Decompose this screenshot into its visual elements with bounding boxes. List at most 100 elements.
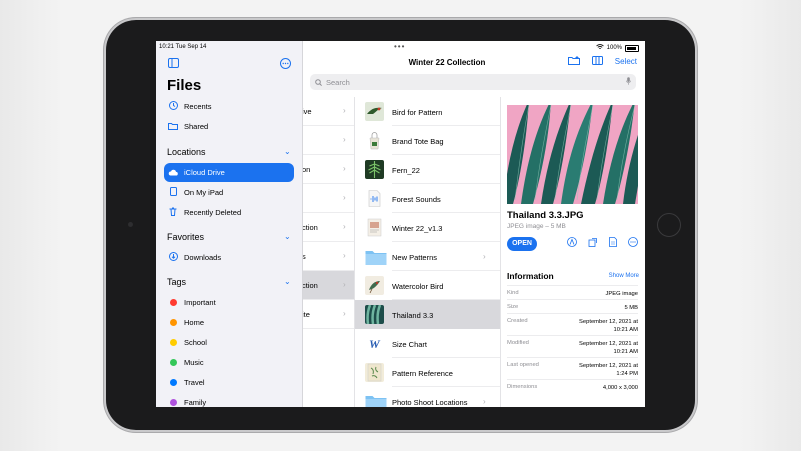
markup-icon[interactable] — [567, 237, 577, 249]
file-name: Fern_22 — [392, 166, 420, 175]
sidebar-title: Files — [167, 77, 202, 94]
info-value: September 12, 2021 at 10:21 AM — [579, 318, 638, 334]
more-options-icon[interactable] — [280, 58, 291, 72]
list-item-label: ction — [302, 281, 318, 290]
file-row-brand-tote-bag[interactable]: Brand Tote Bag — [355, 126, 500, 155]
sidebar-tag-family[interactable]: Family — [156, 393, 302, 407]
sidebar-item-downloads[interactable]: Downloads — [156, 248, 302, 267]
info-value-line2: 1:24 PM — [616, 371, 638, 377]
chevron-right-icon: › — [343, 309, 346, 318]
tag-dot-icon — [168, 398, 178, 408]
list-item[interactable]: on › — [302, 155, 354, 184]
battery-icon — [625, 44, 639, 52]
battery-percent: 100% — [606, 45, 622, 51]
status-time: 10:21 Tue Sep 14 — [159, 44, 207, 50]
sidebar-item-on-my-ipad[interactable]: On My iPad — [156, 183, 302, 202]
info-row-created: Created September 12, 2021 at 10:21 AM — [507, 313, 638, 336]
sidebar-tag-travel[interactable]: Travel — [156, 373, 302, 392]
info-row-size: Size 5 MB — [507, 299, 638, 314]
list-item-label: ction — [302, 223, 318, 232]
sidebar-item-label: On My iPad — [184, 188, 224, 197]
file-row-bird-for-pattern[interactable]: Bird for Pattern — [355, 97, 500, 126]
sidebar-item-label: Shared — [184, 122, 209, 131]
file-row-new-patterns[interactable]: New Patterns › — [355, 242, 500, 271]
sidebar-tag-music[interactable]: Music — [156, 353, 302, 372]
file-row-watercolor-bird[interactable]: Watercolor Bird — [355, 271, 500, 300]
file-row-fern-22[interactable]: Fern_22 — [355, 155, 500, 184]
share-icon[interactable] — [588, 237, 598, 249]
file-list-column: Bird for Pattern Brand Tote Bag Fern_22 … — [355, 97, 501, 407]
file-name: Size Chart — [392, 340, 428, 349]
sidebar: 10:21 Tue Sep 14 Files Recents Shared Lo… — [156, 41, 303, 407]
sidebar-item-label: Travel — [184, 378, 205, 387]
list-item[interactable]: ive › — [302, 97, 354, 126]
file-row-winter-22-v1-3[interactable]: Winter 22_v1.3 — [355, 213, 500, 242]
parent-folder-column: ive › › on › › ction › s › ction › ite › — [302, 97, 355, 407]
sidebar-tag-school[interactable]: School — [156, 333, 302, 352]
info-row-dimensions: Dimensions 4,000 x 3,000 — [507, 379, 638, 394]
list-item[interactable]: › — [302, 126, 354, 155]
microphone-icon[interactable] — [626, 77, 631, 87]
tag-dot-icon — [168, 338, 178, 348]
multitasking-dots[interactable]: ••• — [394, 42, 405, 51]
new-folder-icon[interactable] — [567, 56, 580, 67]
search-input[interactable]: Search — [310, 74, 636, 90]
chevron-down-icon[interactable]: ⌄ — [284, 232, 291, 241]
more-actions-icon[interactable] — [628, 237, 638, 249]
file-row-photo-shoot-locations[interactable]: Photo Shoot Locations › — [355, 387, 500, 407]
file-name: Winter 22_v1.3 — [392, 224, 443, 233]
cloud-icon — [168, 168, 178, 178]
sidebar-tag-home[interactable]: Home — [156, 313, 302, 332]
favorites-header[interactable]: Favorites — [167, 232, 204, 242]
tags-header[interactable]: Tags — [167, 277, 186, 287]
chevron-down-icon[interactable]: ⌄ — [284, 277, 291, 286]
file-row-forest-sounds[interactable]: Forest Sounds — [355, 184, 500, 213]
sidebar-item-label: Home — [184, 318, 205, 327]
sidebar-item-recents[interactable]: Recents — [156, 97, 302, 116]
file-name: Watercolor Bird — [392, 282, 444, 291]
home-button[interactable] — [657, 213, 681, 237]
sidebar-item-label: iCloud Drive — [184, 168, 225, 177]
info-key: Kind — [507, 290, 519, 296]
file-row-thailand-3-3[interactable]: Thailand 3.3 — [355, 300, 500, 329]
list-item[interactable]: ction › — [302, 213, 354, 242]
chevron-down-icon[interactable]: ⌄ — [284, 147, 291, 156]
leaves-thumbnail-icon — [365, 304, 384, 325]
info-value-line1: September 12, 2021 at — [579, 341, 638, 347]
list-item-label: ive — [302, 107, 312, 116]
info-value: 5 MB — [624, 305, 638, 311]
list-item[interactable]: › — [302, 184, 354, 213]
folder-title: Winter 22 Collection — [408, 58, 486, 67]
sidebar-item-label: School — [184, 338, 207, 347]
show-more-link[interactable]: Show More — [609, 273, 639, 279]
sidebar-item-icloud-drive[interactable]: iCloud Drive — [164, 163, 294, 182]
document-icon[interactable] — [609, 237, 617, 249]
sidebar-toggle-icon[interactable] — [168, 58, 179, 71]
tag-dot-icon — [168, 318, 178, 328]
list-item[interactable]: s › — [302, 242, 354, 271]
info-row-last-opened: Last opened September 12, 2021 at 1:24 PM — [507, 357, 638, 380]
detail-pane: Thailand 3.3.JPG JPEG image – 5 MB OPEN … — [501, 97, 645, 407]
list-item-selected[interactable]: ction › — [302, 271, 354, 300]
locations-header[interactable]: Locations — [167, 147, 206, 157]
image-preview[interactable] — [507, 105, 638, 204]
info-key: Last opened — [507, 362, 539, 368]
file-name: Forest Sounds — [392, 195, 441, 204]
chevron-right-icon: › — [343, 222, 346, 231]
select-button[interactable]: Select — [615, 57, 637, 66]
information-header: Information — [507, 271, 554, 281]
file-name: Photo Shoot Locations — [392, 398, 468, 407]
list-item[interactable]: ite › — [302, 300, 354, 329]
folder-icon — [365, 247, 387, 266]
sidebar-item-shared[interactable]: Shared — [156, 117, 302, 136]
sidebar-item-recently-deleted[interactable]: Recently Deleted — [156, 203, 302, 222]
open-button[interactable]: OPEN — [507, 237, 537, 251]
trash-icon — [168, 207, 178, 218]
sidebar-item-label: Recents — [184, 102, 212, 111]
column-view-icon[interactable] — [591, 56, 603, 67]
watercolor-bird-thumbnail-icon — [365, 276, 384, 295]
file-row-size-chart[interactable]: W Size Chart — [355, 329, 500, 358]
file-row-pattern-reference[interactable]: Pattern Reference — [355, 358, 500, 387]
shared-folder-icon — [168, 122, 178, 132]
sidebar-tag-important[interactable]: Important — [156, 293, 302, 312]
